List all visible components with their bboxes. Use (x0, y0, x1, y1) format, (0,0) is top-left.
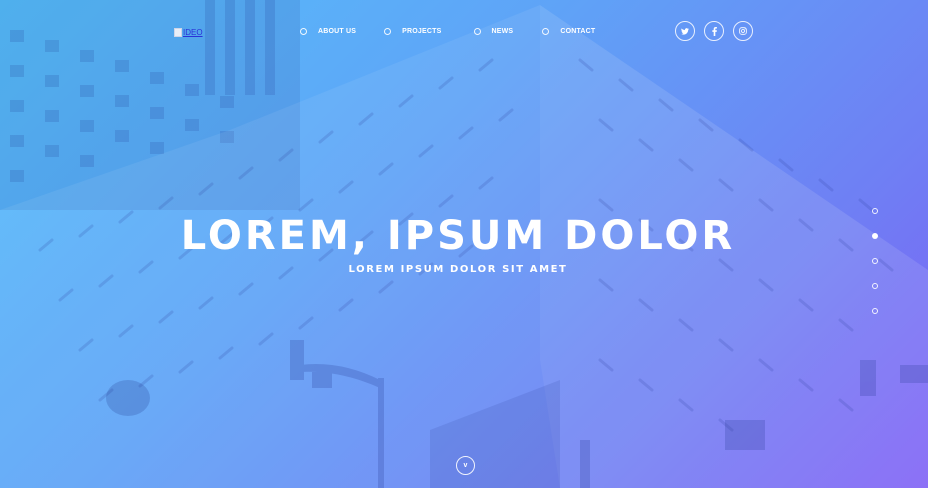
nav-bullet-icon (300, 28, 307, 35)
pager-dot[interactable] (872, 258, 878, 264)
twitter-icon (681, 27, 689, 35)
slide-pager (872, 208, 878, 314)
pager-dot[interactable] (872, 208, 878, 214)
broken-image-icon (174, 28, 182, 37)
scroll-down-button[interactable]: v (456, 456, 475, 475)
nav-bullet-icon (542, 28, 550, 35)
logo[interactable]: IDEO (174, 28, 203, 37)
instagram-icon (739, 27, 747, 35)
pager-dot[interactable] (872, 283, 878, 289)
hero-title: LOREM, IPSUM DOLOR (180, 213, 736, 259)
social-links (675, 21, 753, 41)
nav-item-about-us[interactable]: ABOUT US (300, 28, 356, 35)
nav-item-label: NEWS (491, 28, 514, 35)
hero-section: IDEO ABOUT US PROJECTS NEWS CONTACT LORE… (0, 0, 928, 488)
pager-dot[interactable] (872, 308, 878, 314)
facebook-icon (711, 26, 717, 36)
nav-item-label: CONTACT (560, 28, 596, 35)
facebook-button[interactable] (704, 21, 724, 41)
nav-item-label: ABOUT US (318, 28, 357, 35)
logo-alt-text: IDEO (183, 28, 203, 37)
nav-bullet-icon (384, 28, 392, 35)
hero-subtitle: LOREM IPSUM DOLOR SIT AMET (348, 264, 568, 275)
main-nav: ABOUT US PROJECTS NEWS CONTACT (300, 28, 595, 35)
pager-dot-active[interactable] (872, 233, 878, 239)
nav-item-news[interactable]: NEWS (473, 28, 514, 35)
instagram-button[interactable] (733, 21, 753, 41)
nav-item-label: PROJECTS (402, 28, 442, 35)
chevron-down-icon: v (463, 462, 468, 469)
twitter-button[interactable] (675, 21, 695, 41)
nav-bullet-icon (473, 28, 481, 35)
nav-item-projects[interactable]: PROJECTS (384, 28, 441, 35)
nav-item-contact[interactable]: CONTACT (542, 28, 595, 35)
